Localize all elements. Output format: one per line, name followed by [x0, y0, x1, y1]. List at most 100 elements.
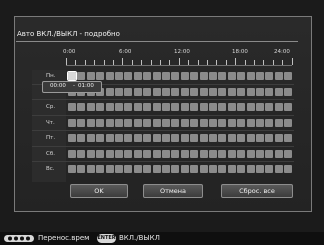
time-slot[interactable] — [218, 149, 227, 158]
time-slot[interactable] — [171, 165, 180, 173]
time-slot[interactable] — [105, 87, 114, 96]
time-slot[interactable] — [246, 72, 255, 80]
time-slot[interactable] — [256, 134, 264, 142]
time-slot[interactable] — [115, 118, 123, 127]
time-slot[interactable] — [284, 165, 293, 173]
time-slot[interactable] — [68, 103, 76, 111]
time-slot[interactable] — [96, 72, 105, 80]
time-slot[interactable] — [152, 87, 161, 96]
time-slot[interactable] — [162, 165, 170, 173]
time-slot[interactable] — [218, 165, 227, 173]
time-slot[interactable] — [190, 134, 199, 142]
time-slot[interactable] — [96, 149, 105, 158]
time-slot[interactable] — [77, 118, 86, 127]
time-slot[interactable] — [190, 103, 199, 111]
time-slot[interactable] — [246, 118, 255, 127]
time-slot[interactable] — [199, 103, 208, 111]
time-slot[interactable] — [256, 103, 264, 111]
time-slot[interactable] — [274, 118, 283, 127]
time-slot[interactable] — [246, 165, 255, 173]
time-slot[interactable] — [265, 103, 274, 111]
time-slot[interactable] — [77, 103, 86, 111]
cancel-button[interactable]: Отмена — [143, 184, 203, 198]
time-slot[interactable] — [86, 118, 95, 127]
time-slot[interactable] — [124, 87, 133, 96]
time-slot[interactable] — [124, 149, 133, 158]
time-slot[interactable] — [227, 149, 236, 158]
time-slot[interactable] — [152, 149, 161, 158]
ok-button[interactable]: OK — [70, 184, 128, 198]
time-slot[interactable] — [265, 149, 274, 158]
time-slot[interactable] — [199, 72, 208, 80]
time-slot[interactable] — [171, 103, 180, 111]
time-slot[interactable] — [171, 72, 180, 80]
time-slot[interactable] — [86, 72, 95, 80]
time-slot[interactable] — [274, 72, 283, 80]
time-slot[interactable] — [274, 103, 283, 111]
time-slot[interactable] — [143, 165, 152, 173]
time-slot[interactable] — [77, 149, 86, 158]
time-slot[interactable] — [152, 103, 161, 111]
selected-time-slot[interactable] — [67, 71, 77, 81]
time-slot[interactable] — [105, 103, 114, 111]
time-slot[interactable] — [86, 165, 95, 173]
time-slot[interactable] — [218, 87, 227, 96]
time-slot[interactable] — [162, 118, 170, 127]
time-slot[interactable] — [284, 118, 293, 127]
time-slot[interactable] — [143, 149, 152, 158]
time-slot[interactable] — [143, 72, 152, 80]
time-slot[interactable] — [237, 87, 246, 96]
time-slot[interactable] — [190, 87, 199, 96]
time-slot[interactable] — [171, 149, 180, 158]
time-slot[interactable] — [180, 134, 189, 142]
time-slot[interactable] — [180, 103, 189, 111]
time-slot[interactable] — [209, 149, 217, 158]
time-slot[interactable] — [133, 87, 142, 96]
time-slot[interactable] — [246, 87, 255, 96]
time-slot[interactable] — [190, 72, 199, 80]
time-slot[interactable] — [133, 165, 142, 173]
time-slot[interactable] — [246, 103, 255, 111]
time-slot[interactable] — [274, 134, 283, 142]
time-slot[interactable] — [265, 134, 274, 142]
time-slot[interactable] — [199, 87, 208, 96]
time-slot[interactable] — [115, 165, 123, 173]
time-slot[interactable] — [86, 134, 95, 142]
time-slot[interactable] — [86, 149, 95, 158]
time-slot[interactable] — [227, 103, 236, 111]
time-slot[interactable] — [115, 72, 123, 80]
time-slot[interactable] — [218, 72, 227, 80]
time-slot[interactable] — [68, 149, 76, 158]
time-slot[interactable] — [237, 165, 246, 173]
time-slot[interactable] — [237, 149, 246, 158]
time-slot[interactable] — [105, 118, 114, 127]
time-slot[interactable] — [265, 118, 274, 127]
time-slot[interactable] — [133, 103, 142, 111]
time-slot[interactable] — [162, 103, 170, 111]
time-slot[interactable] — [246, 134, 255, 142]
time-slot[interactable] — [143, 118, 152, 127]
time-slot[interactable] — [124, 72, 133, 80]
time-slot[interactable] — [256, 118, 264, 127]
time-slot[interactable] — [133, 72, 142, 80]
time-slot[interactable] — [237, 118, 246, 127]
time-slot[interactable] — [115, 149, 123, 158]
time-slot[interactable] — [115, 134, 123, 142]
time-slot[interactable] — [218, 118, 227, 127]
time-slot[interactable] — [284, 87, 293, 96]
time-slot[interactable] — [133, 118, 142, 127]
time-slot[interactable] — [162, 149, 170, 158]
time-slot[interactable] — [209, 103, 217, 111]
time-slot[interactable] — [256, 149, 264, 158]
time-slot[interactable] — [180, 87, 189, 96]
time-slot[interactable] — [209, 134, 217, 142]
time-slot[interactable] — [77, 72, 86, 80]
time-slot[interactable] — [133, 134, 142, 142]
time-slot[interactable] — [209, 87, 217, 96]
time-slot[interactable] — [171, 118, 180, 127]
time-slot[interactable] — [77, 134, 86, 142]
time-slot[interactable] — [199, 118, 208, 127]
time-slot[interactable] — [152, 72, 161, 80]
time-slot[interactable] — [227, 165, 236, 173]
time-slot[interactable] — [237, 72, 246, 80]
